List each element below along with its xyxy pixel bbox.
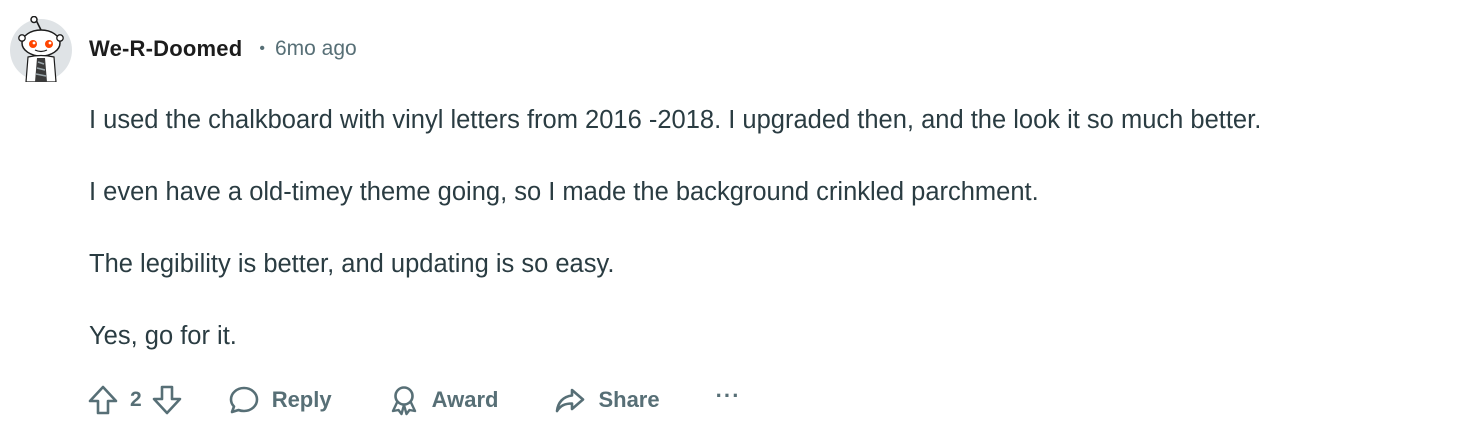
comment-paragraph: I even have a old-timey theme going, so … <box>89 178 1039 206</box>
downvote-arrow-icon <box>152 385 181 415</box>
share-arrow-icon <box>556 388 585 413</box>
reply-label: Reply <box>271 387 332 412</box>
share-label: Share <box>598 387 660 412</box>
snoo-avatar-icon <box>10 15 72 83</box>
comment-action-bar: 2 Reply Award Share ··· <box>86 378 741 422</box>
comment-paragraph: Yes, go for it. <box>89 322 237 350</box>
upvote-arrow-icon <box>88 385 118 415</box>
award-label: Award <box>431 387 499 412</box>
comment-body: I used the chalkboard with vinyl letters… <box>89 104 1474 392</box>
award-ribbon-icon <box>391 386 416 416</box>
comment-paragraph: The legibility is better, and updating i… <box>89 250 615 278</box>
comment-header: We-R-Doomed • 6mo ago <box>89 33 357 65</box>
speech-bubble-icon <box>229 386 258 414</box>
award-button[interactable]: Award <box>388 384 499 416</box>
upvote-button[interactable] <box>86 383 120 417</box>
more-options-button[interactable]: ··· <box>716 383 741 409</box>
comment-timestamp[interactable]: 6mo ago <box>275 37 357 61</box>
vote-count: 2 <box>130 388 142 411</box>
meta-separator: • <box>259 40 265 57</box>
comment: We-R-Doomed • 6mo ago I used the chalkbo… <box>0 0 1482 446</box>
downvote-button[interactable] <box>150 383 184 417</box>
user-avatar[interactable] <box>9 15 73 83</box>
author-username[interactable]: We-R-Doomed <box>89 36 242 62</box>
comment-paragraph: I used the chalkboard with vinyl letters… <box>89 106 1262 134</box>
share-button[interactable]: Share <box>554 384 660 416</box>
reply-button[interactable]: Reply <box>228 384 332 416</box>
